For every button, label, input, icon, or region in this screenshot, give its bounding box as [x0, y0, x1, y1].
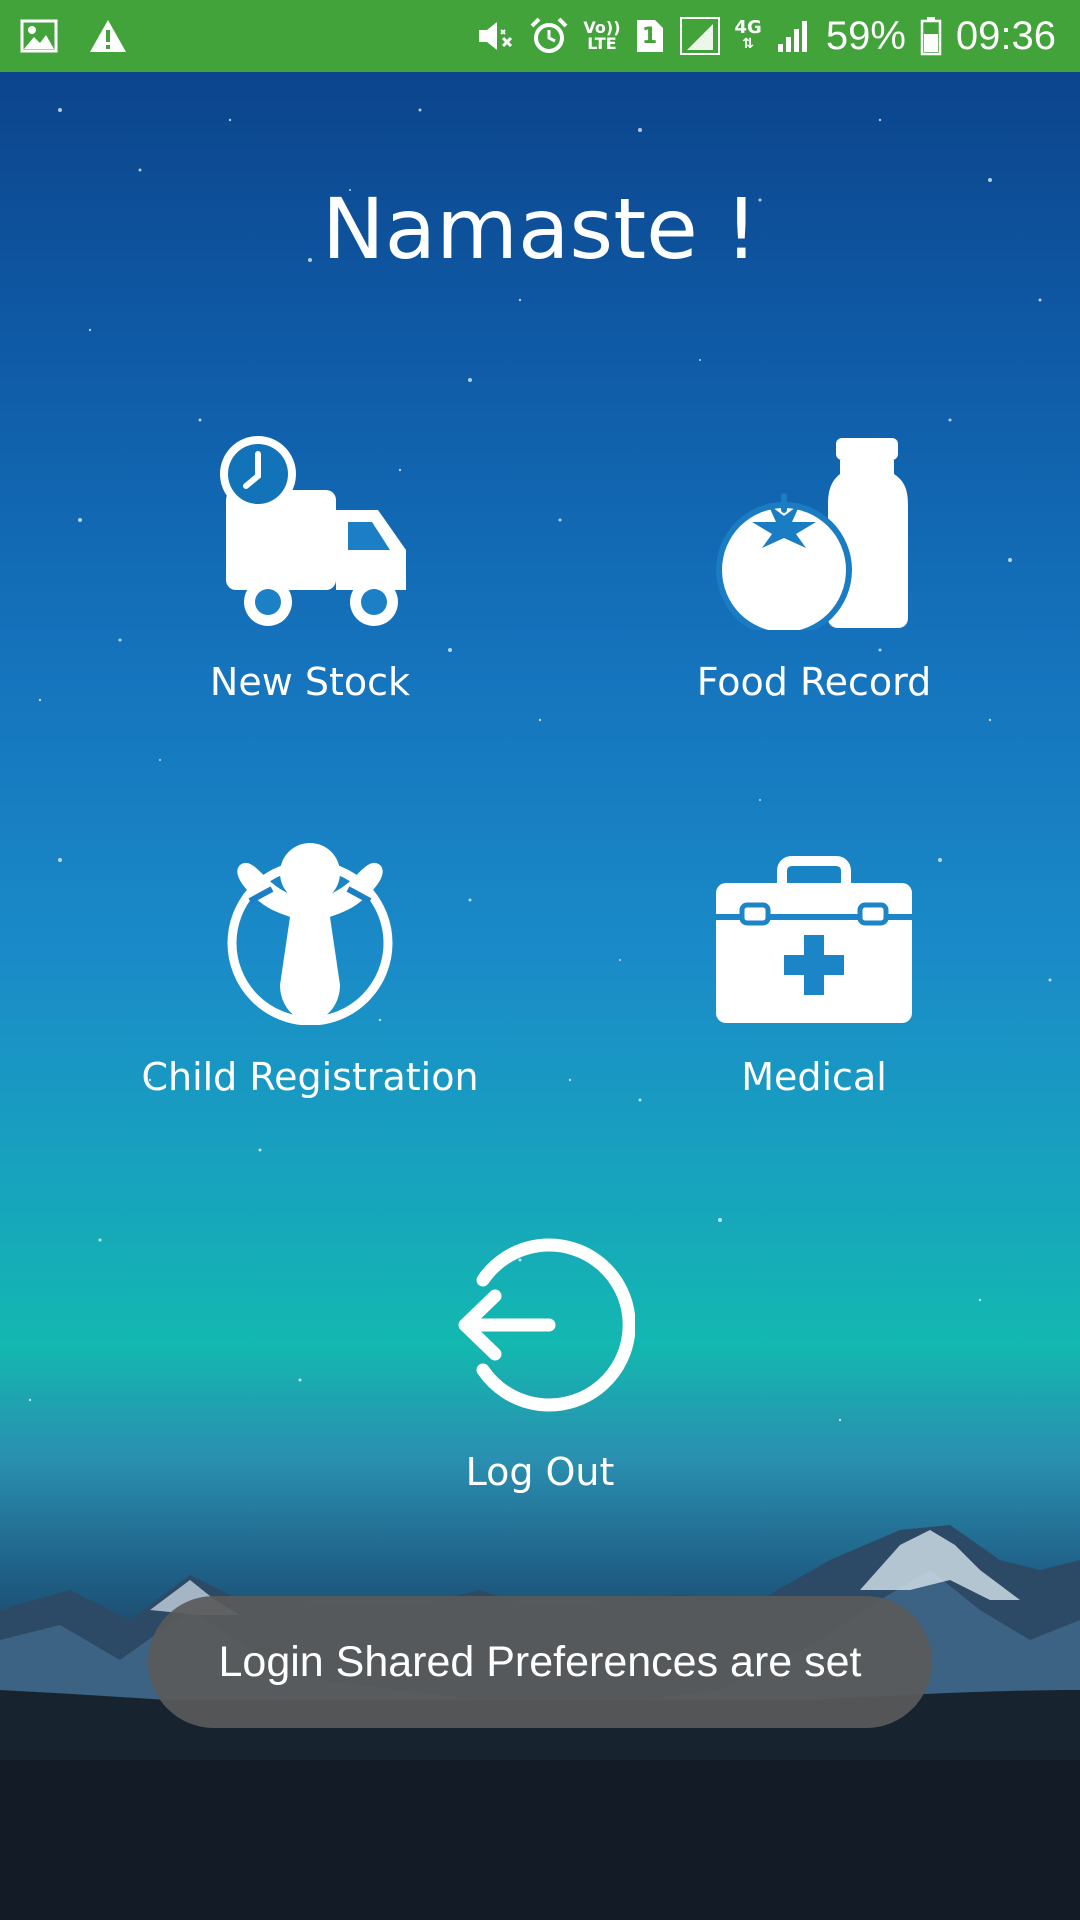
home-screen: Vo)) LTE 1 4G ⇅ 59% 09:36 Namaste ! New …	[0, 0, 1080, 1920]
tomato-bottle-icon	[716, 438, 908, 630]
child-arms-raised-icon	[227, 843, 393, 1025]
clock-time: 09:36	[955, 13, 1056, 58]
child-registration-label: Child Registration	[141, 1055, 479, 1099]
log-out-button[interactable]: Log Out	[320, 1220, 760, 1494]
toast-text: Login Shared Preferences are set	[218, 1637, 862, 1686]
data-4g-icon: 4G ⇅	[734, 17, 762, 53]
delivery-truck-clock-icon	[220, 436, 406, 626]
vibrate-mute-icon	[475, 16, 515, 56]
food-record-label: Food Record	[696, 660, 932, 704]
first-aid-kit-icon	[716, 856, 912, 1023]
food-record-button[interactable]: Food Record	[594, 430, 1034, 704]
warning-icon	[88, 18, 128, 54]
battery-percent: 59%	[825, 13, 906, 58]
medical-button[interactable]: Medical	[594, 825, 1034, 1099]
medical-label: Medical	[741, 1055, 887, 1099]
volte-icon: Vo)) LTE	[583, 18, 621, 53]
new-stock-label: New Stock	[209, 660, 411, 704]
new-stock-button[interactable]: New Stock	[90, 430, 530, 704]
signal-icon	[679, 16, 721, 56]
signal-icon	[776, 18, 812, 54]
sim-icon: 1	[635, 18, 665, 54]
logout-arrow-icon	[458, 1238, 635, 1412]
log-out-label: Log Out	[465, 1450, 615, 1494]
alarm-icon	[529, 16, 569, 56]
status-left-icons	[20, 16, 128, 56]
battery-icon	[920, 16, 942, 56]
greeting-title: Namaste !	[321, 180, 759, 278]
child-registration-button[interactable]: Child Registration	[90, 825, 530, 1099]
toast-message: Login Shared Preferences are set	[148, 1596, 932, 1728]
gallery-icon	[20, 19, 58, 53]
status-bar: Vo)) LTE 1 4G ⇅ 59% 09:36	[0, 0, 1080, 72]
status-right-icons: Vo)) LTE 1 4G ⇅ 59% 09:36	[475, 10, 1056, 62]
